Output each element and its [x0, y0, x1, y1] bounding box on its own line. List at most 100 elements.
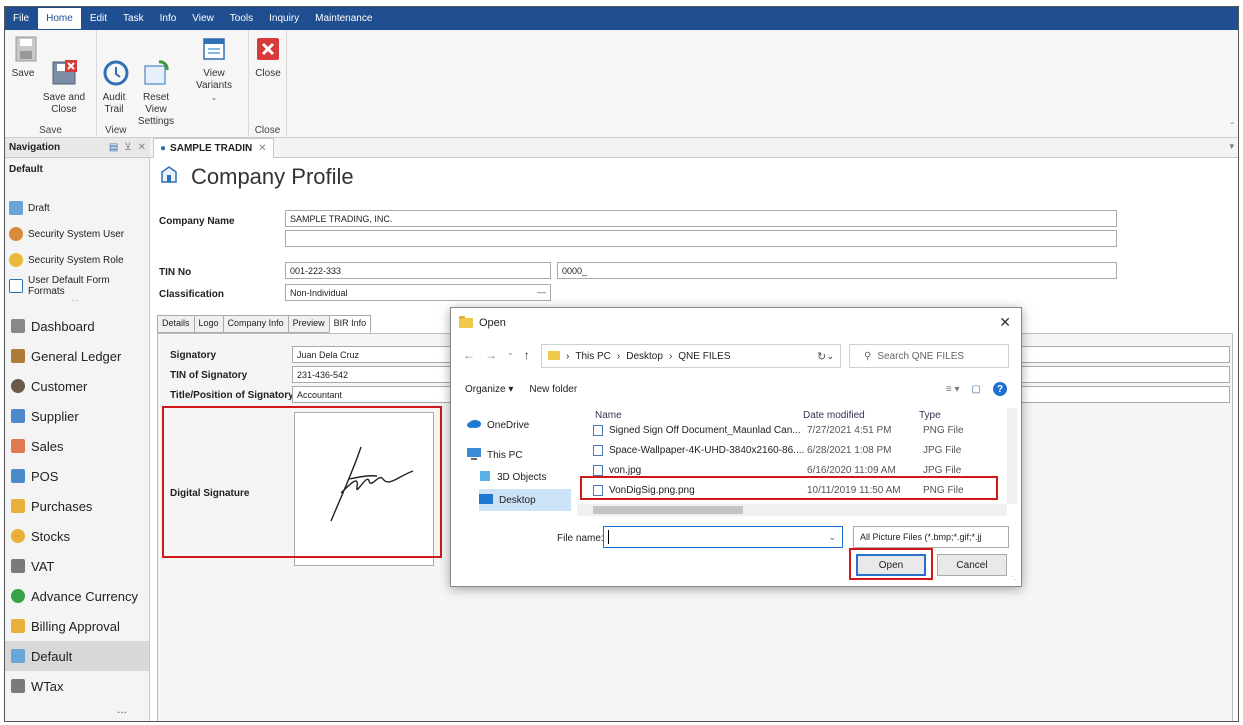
dialog-close-icon[interactable]: ✕ [999, 314, 1011, 331]
nav-item-purchases[interactable]: Purchases [5, 491, 149, 521]
file-row[interactable]: Space-Wallpaper-4K-UHD-3840x2160-86.... … [593, 440, 993, 460]
nav-item-pos[interactable]: POS [5, 461, 149, 491]
ribbon-group-view: Audit Trail Reset View Settings View Var… [97, 30, 249, 138]
dialog-title-bar: Open [451, 308, 1021, 338]
tree-item-onedrive[interactable]: OneDrive [467, 414, 571, 436]
tab-preview[interactable]: Preview [287, 315, 329, 333]
close-tab-icon[interactable]: ✕ [258, 143, 266, 154]
nav-item-security-system-user[interactable]: Security System User [9, 224, 149, 244]
file-type-select[interactable]: All Picture Files (*.bmp;*.gif;*.jj [853, 526, 1009, 548]
tab-overflow-icon[interactable]: ▾ [1229, 141, 1234, 152]
up-icon[interactable]: ↑ [524, 348, 530, 362]
address-bar[interactable]: › This PC › Desktop › QNE FILES ⌄ [541, 344, 841, 368]
resize-grip-icon[interactable]: ⋱ [1011, 575, 1019, 584]
nav-item-wtax[interactable]: WTax [5, 671, 149, 701]
document-tab[interactable]: ● SAMPLE TRADIN ✕ [153, 138, 274, 158]
tab-bir-info[interactable]: BIR Info [328, 315, 372, 333]
reset-view-settings-button[interactable]: Reset View Settings [131, 34, 181, 128]
file-type: JPG File [923, 444, 962, 456]
column-date-modified[interactable]: Date modified [803, 410, 865, 421]
save-and-close-button[interactable]: Save and Close [39, 34, 89, 116]
breadcrumb-this-pc[interactable]: This PC [575, 351, 611, 362]
close-icon [253, 34, 283, 64]
save-label: Save [11, 68, 35, 79]
menu-file[interactable]: File [5, 7, 37, 30]
menu-task[interactable]: Task [115, 7, 152, 30]
search-input[interactable]: ⚲ Search QNE FILES [849, 344, 1009, 368]
chevron-down-icon[interactable]: ⌄ [828, 532, 836, 543]
close-button[interactable]: Close [253, 34, 283, 80]
organize-button[interactable]: Organize ▾ [465, 384, 513, 395]
nav-splitter-icon[interactable]: ⋯ [71, 296, 79, 305]
nav-item-user-default-form-formats[interactable]: User Default Form Formats [9, 275, 149, 297]
vat-icon [11, 559, 25, 573]
save-button[interactable]: Save [11, 34, 37, 80]
menu-view[interactable]: View [184, 7, 222, 30]
nav-item-default[interactable]: Default [5, 641, 149, 671]
classification-select[interactable]: Non-Individual — [285, 284, 551, 301]
tree-item-3d-objects[interactable]: 3D Objects [479, 466, 571, 488]
refresh-icon[interactable]: ↻ [817, 350, 826, 363]
nav-item-advance-currency[interactable]: Advance Currency [5, 581, 149, 611]
menu-tools[interactable]: Tools [222, 7, 261, 30]
nav-item-stocks[interactable]: Stocks [5, 521, 149, 551]
ribbon-collapse-icon[interactable]: ˆ [1231, 122, 1234, 133]
dock-icon[interactable]: ▤ [109, 142, 118, 153]
menu-maintenance[interactable]: Maintenance [307, 7, 380, 30]
group-close-label: Close [254, 125, 281, 136]
file-name-input[interactable]: ⌄ [603, 526, 843, 548]
help-icon[interactable]: ? [993, 382, 1007, 396]
menu-home[interactable]: Home [37, 7, 82, 30]
scrollbar-thumb[interactable] [593, 506, 743, 514]
nav-more-button[interactable]: ... [117, 702, 127, 716]
chevron-down-icon[interactable]: ⌄ [507, 348, 514, 362]
file-name-label: File name: [557, 533, 604, 544]
menu-inquiry[interactable]: Inquiry [261, 7, 307, 30]
nav-item-draft[interactable]: Draft [9, 198, 149, 218]
nav-item-security-system-role[interactable]: Security System Role [9, 250, 149, 270]
file-list-vertical-scrollbar[interactable] [1007, 408, 1017, 504]
chevron-down-icon[interactable]: ⌄ [826, 351, 834, 362]
menu-info[interactable]: Info [152, 7, 185, 30]
file-row[interactable]: Signed Sign Off Document_Maunlad Can... … [593, 424, 993, 436]
preview-pane-icon[interactable]: ▢ [972, 384, 981, 395]
tree-item-desktop[interactable]: Desktop [479, 489, 571, 511]
view-variants-button[interactable]: View Variants ⌄ [185, 34, 243, 104]
nav-item-customer[interactable]: Customer [5, 371, 149, 401]
nav-item-billing-approval[interactable]: Billing Approval [5, 611, 149, 641]
tab-company-info[interactable]: Company Info [222, 315, 288, 333]
menu-edit[interactable]: Edit [82, 7, 115, 30]
nav-item-supplier[interactable]: Supplier [5, 401, 149, 431]
breadcrumb-separator: › [566, 350, 570, 362]
breadcrumb-separator: › [616, 350, 621, 362]
close-panel-icon[interactable]: ✕ [138, 142, 146, 153]
nav-item-sales[interactable]: Sales [5, 431, 149, 461]
column-type[interactable]: Type [919, 410, 941, 421]
folder-tree: OneDrive This PC 3D Objects Desktop [459, 408, 579, 520]
breadcrumb-desktop[interactable]: Desktop [626, 351, 663, 362]
breadcrumb-qne-files[interactable]: QNE FILES [678, 351, 730, 362]
tree-item-this-pc[interactable]: This PC [467, 444, 571, 466]
nav-item-dashboard[interactable]: Dashboard [5, 311, 149, 341]
new-folder-button[interactable]: New folder [529, 384, 577, 395]
nav-item-general-ledger[interactable]: General Ledger [5, 341, 149, 371]
tab-details[interactable]: Details [157, 315, 194, 333]
audit-trail-label: Audit Trail [102, 92, 126, 115]
forward-icon[interactable]: → [485, 348, 497, 362]
tab-logo[interactable]: Logo [193, 315, 223, 333]
cancel-button[interactable]: Cancel [937, 554, 1007, 576]
view-options-icon[interactable]: ≡ ▾ [946, 384, 960, 395]
file-list-horizontal-scrollbar[interactable] [577, 504, 1007, 516]
audit-trail-button[interactable]: Audit Trail [101, 34, 129, 116]
company-name-line2-field[interactable] [285, 230, 1117, 247]
ribbon-group-save: Save Save and Close Save [5, 30, 97, 138]
draft-icon [9, 201, 23, 215]
navigation-section-title: Default [9, 164, 43, 175]
company-name-field[interactable]: SAMPLE TRADING, INC. [285, 210, 1117, 227]
nav-item-vat[interactable]: VAT [5, 551, 149, 581]
tin-branch-field[interactable]: 0000_ [557, 262, 1117, 279]
back-icon[interactable]: ← [463, 348, 475, 362]
tin-field[interactable]: 001-222-333 [285, 262, 551, 279]
column-name[interactable]: Name [595, 410, 622, 421]
pin-icon[interactable]: ⊻ [124, 142, 131, 153]
